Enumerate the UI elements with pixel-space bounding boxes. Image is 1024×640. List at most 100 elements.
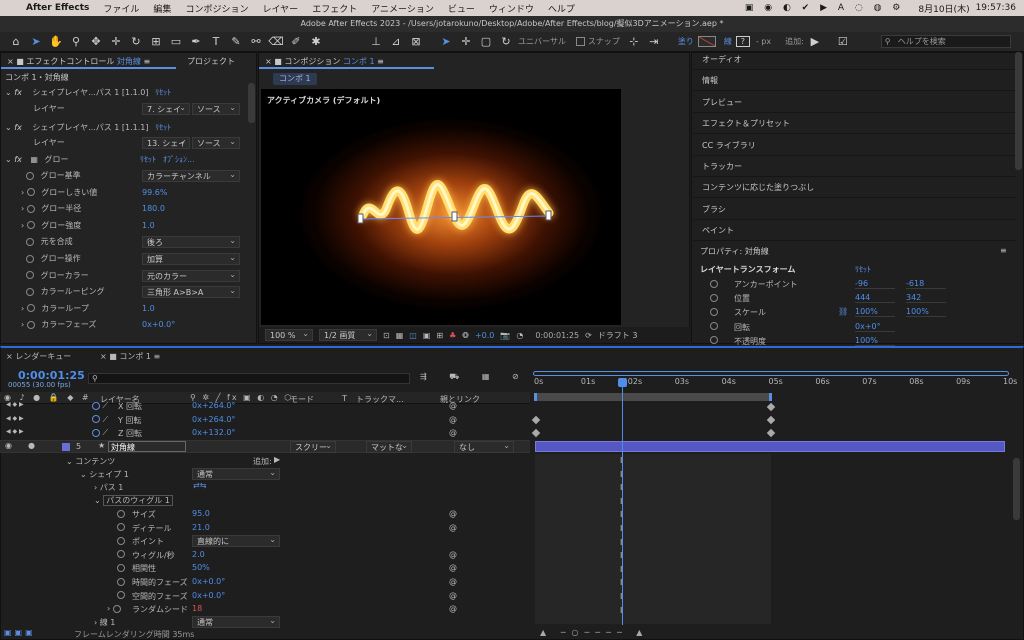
- rotation-value[interactable]: 0x+264.0°: [192, 415, 235, 424]
- right-panel-item[interactable]: オーディオ: [694, 50, 1016, 70]
- stopwatch-icon[interactable]: [117, 509, 125, 518]
- glow-param-value[interactable]: 0x+0.0°: [142, 318, 175, 332]
- fx1-source-select[interactable]: ソース: [192, 102, 240, 115]
- add-shape-icon[interactable]: ▶: [274, 455, 280, 464]
- stroke-swatch[interactable]: ?: [735, 36, 750, 47]
- stopwatch-icon[interactable]: ›: [107, 604, 121, 613]
- comp-viewer[interactable]: アクティブカメラ (デフォルト): [261, 89, 621, 325]
- wiggle-param-value[interactable]: 50%: [192, 563, 210, 572]
- expression-spiral-icon[interactable]: @: [449, 415, 457, 424]
- prop-value-1[interactable]: 0x+0°: [855, 322, 895, 332]
- comp-timeline-tab[interactable]: × ■ コンポ 1 ≡: [100, 351, 160, 362]
- expression-spiral-icon[interactable]: @: [449, 509, 457, 518]
- stopwatch-icon[interactable]: [26, 188, 35, 197]
- wiggle-shape[interactable]: [261, 89, 621, 325]
- universal-select-icon[interactable]: ➤: [438, 34, 454, 50]
- effects-scrollbar[interactable]: [248, 83, 255, 123]
- contents-row[interactable]: ⌄ コンテンツ: [66, 456, 115, 467]
- fx1-reset-link[interactable]: ﾘｾｯﾄ: [155, 88, 171, 97]
- color-channel-icon[interactable]: ♣: [449, 331, 456, 340]
- keyframe-nav-icon[interactable]: ◀ ◆ ▶: [6, 415, 24, 422]
- rotate-tool-icon[interactable]: ↻: [128, 34, 144, 50]
- rectangle-tool-icon[interactable]: ▭: [168, 34, 184, 50]
- effect-controls-tab[interactable]: × ■ エフェクトコントロール 対角線 ≡: [1, 55, 176, 69]
- stopwatch-icon[interactable]: [26, 287, 35, 296]
- wiggle-param-value[interactable]: 0x+0.0°: [192, 577, 225, 586]
- menubar-date[interactable]: 8月10日(木): [918, 2, 969, 15]
- anchor-tool-icon[interactable]: ⊞: [148, 34, 164, 50]
- wiggle-param-value[interactable]: 21.0: [192, 523, 210, 532]
- eraser-tool-icon[interactable]: ⌫: [268, 34, 284, 50]
- glow-param-value[interactable]: 1.0: [142, 302, 155, 316]
- type-tool-icon[interactable]: T: [208, 34, 224, 50]
- stopwatch-icon[interactable]: [117, 536, 125, 545]
- prop-value-1[interactable]: -96: [855, 279, 895, 289]
- hand-tool-icon[interactable]: ✋: [48, 34, 64, 50]
- expression-spiral-icon[interactable]: @: [449, 604, 457, 613]
- glow-param-row[interactable]: グローカラー: [21, 269, 89, 283]
- brush-tool-icon[interactable]: ✎: [228, 34, 244, 50]
- prop-stopwatch-icon[interactable]: [710, 307, 718, 316]
- right-panel-item[interactable]: コンテンツに応じた塗りつぶし: [694, 178, 1016, 199]
- timeline-search-input[interactable]: ⚲: [88, 373, 410, 384]
- prop-value-1[interactable]: 100%: [855, 336, 895, 346]
- stopwatch-icon[interactable]: [26, 237, 35, 246]
- fx1-row[interactable]: ⌄ fx シェイプレイヤ...パス 1 [1.1.0] ﾘｾｯﾄ: [5, 86, 171, 100]
- zoom-slider[interactable]: [533, 371, 1009, 376]
- glow-options-link[interactable]: ｵﾌﾟｼｮﾝ...: [163, 153, 195, 167]
- menu-effect[interactable]: エフェクト: [312, 2, 357, 15]
- local-axis-icon[interactable]: ⊥: [368, 34, 384, 50]
- prop-stopwatch-icon[interactable]: [710, 279, 718, 288]
- right-panel-item[interactable]: エフェクト＆プリセット: [694, 114, 1016, 135]
- playhead-marker[interactable]: [618, 378, 627, 387]
- stopwatch-icon[interactable]: [117, 550, 125, 559]
- layer-name[interactable]: 対角線: [108, 441, 186, 452]
- stopwatch-icon[interactable]: [117, 523, 125, 532]
- puppet-tool-icon[interactable]: ✱: [308, 34, 324, 50]
- right-panel-scrollbar[interactable]: [1015, 52, 1022, 170]
- snap-edge-icon[interactable]: ⇥: [646, 34, 662, 50]
- add-play-icon[interactable]: ▶: [807, 34, 823, 50]
- status-icons[interactable]: ▣ ◉ ◐ ✔ ▶ A ◌ ◍ ⚙: [745, 3, 905, 13]
- glow-param-value[interactable]: 元のカラー: [142, 269, 240, 282]
- snap-checkbox[interactable]: [575, 37, 585, 46]
- world-axis-icon[interactable]: ⊿: [388, 34, 404, 50]
- path1-row[interactable]: › パス 1: [94, 482, 123, 493]
- right-panel-item[interactable]: 情報: [694, 71, 1016, 92]
- menu-composition[interactable]: コンポジション: [185, 2, 248, 15]
- expression-spiral-icon[interactable]: @: [449, 591, 457, 600]
- color-management-icon[interactable]: ❂: [462, 331, 469, 340]
- fx2-row[interactable]: ⌄ fx シェイプレイヤ...パス 1 [1.1.1] ﾘｾｯﾄ: [5, 121, 171, 135]
- path-direction-icon[interactable]: ⇄⇆: [193, 481, 206, 490]
- glow-param-value[interactable]: 後ろ: [142, 235, 240, 249]
- layer-mode-select[interactable]: スクリー: [290, 440, 336, 453]
- expression-spiral-icon[interactable]: @: [449, 428, 457, 437]
- glow-param-value[interactable]: 99.6%: [142, 186, 167, 200]
- stopwatch-icon[interactable]: [26, 320, 35, 329]
- stopwatch-icon[interactable]: [117, 577, 125, 586]
- prop-value-2[interactable]: -618: [906, 279, 946, 289]
- glow-param-row[interactable]: カラールーピング: [21, 285, 105, 299]
- universal-rotate-icon[interactable]: ↻: [498, 34, 514, 50]
- layer-label-color[interactable]: [62, 443, 70, 451]
- fast-preview-icon[interactable]: ⊡: [383, 331, 390, 340]
- right-panel-item[interactable]: プレビュー: [694, 93, 1016, 113]
- comp-timecode[interactable]: 0:00:01:25: [535, 331, 579, 340]
- grid-icon[interactable]: ⊞: [436, 331, 443, 340]
- home-icon[interactable]: ⌂: [8, 34, 24, 50]
- footer-icons[interactable]: ▣▣▣: [4, 628, 36, 637]
- menu-animation[interactable]: アニメーション: [371, 2, 434, 15]
- fx2-reset-link[interactable]: ﾘｾｯﾄ: [155, 123, 171, 132]
- universal-move-icon[interactable]: ✛: [458, 34, 474, 50]
- col-parent[interactable]: 親とリンク: [440, 394, 480, 405]
- keyframe-nav-icon[interactable]: ◀ ◆ ▶: [6, 428, 24, 435]
- prop-stopwatch-icon[interactable]: [710, 336, 718, 345]
- properties-menu-icon[interactable]: ≡: [1000, 246, 1007, 255]
- expression-spiral-icon[interactable]: @: [449, 523, 457, 532]
- line1-mode-select[interactable]: 通常: [192, 615, 280, 628]
- line1-row[interactable]: › 線 1: [94, 617, 115, 628]
- help-search-input[interactable]: ⚲ ヘルプを検索: [880, 35, 1011, 48]
- glow-param-row[interactable]: 元を合成: [21, 235, 73, 249]
- wiggle-row[interactable]: ⌄ パスのウィグル 1: [94, 495, 173, 506]
- rotation-value[interactable]: 0x+264.0°: [192, 401, 235, 410]
